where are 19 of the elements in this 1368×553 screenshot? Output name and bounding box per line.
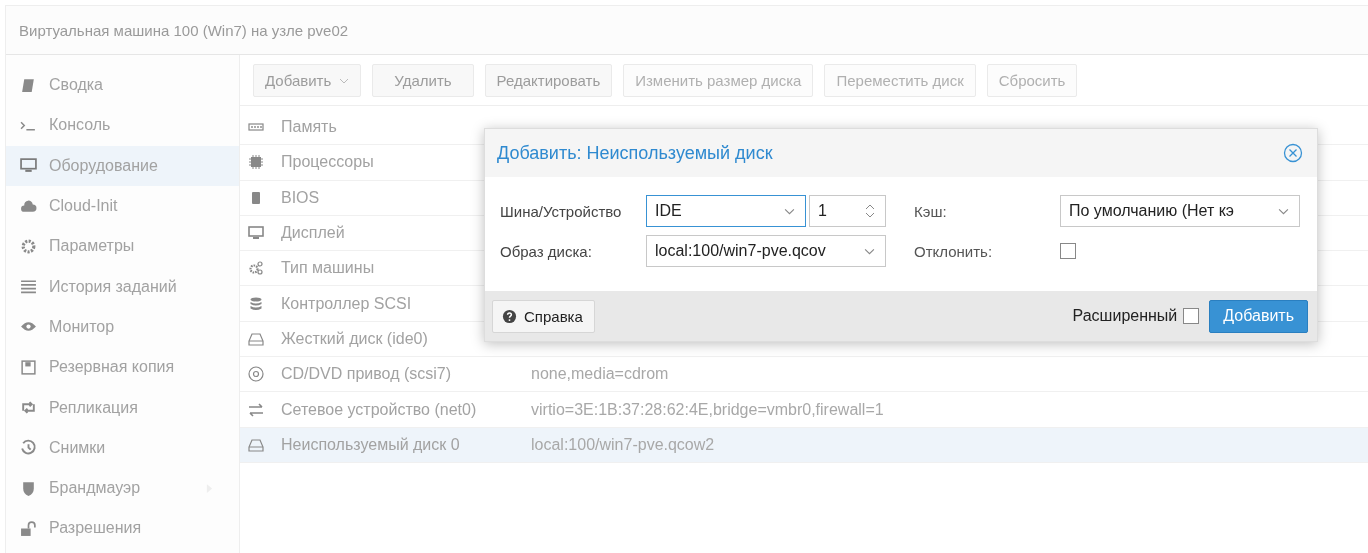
hardware-name: Жесткий диск (ide0): [281, 329, 429, 348]
hardware-name: Память: [281, 118, 338, 137]
hardware-name: Неиспользуемый диск 0: [281, 435, 461, 454]
hardware-name: Контроллер SCSI: [281, 294, 413, 313]
field-label: Шина/Устройство: [500, 202, 623, 220]
hardware-value: local:100/win7-pve.qcow2: [531, 435, 715, 454]
hardware-value: none,media=cdrom: [531, 365, 669, 384]
field-label: Образ диска:: [500, 242, 593, 260]
hardware-name: BIOS: [281, 188, 321, 207]
hardware-name: CD/DVD привод (scsi7): [281, 365, 453, 384]
hardware-name: Сетевое устройство (net0): [281, 400, 478, 419]
hardware-value: virtio=3E:1B:37:28:62:4E,bridge=vmbr0,firewall=1: [531, 400, 884, 419]
dialog-title: Добавить: Неиспользуемый диск: [497, 142, 773, 164]
hardware-name: Дисплей: [281, 224, 346, 243]
field-label: Кэш:: [914, 202, 948, 220]
advanced-label: Расширенный: [1072, 307, 1178, 325]
field-label: Отклонить:: [914, 242, 994, 260]
panel-title: Виртуальная машина 100 (Win7) на узле pve02: [19, 21, 349, 39]
hardware-name: Тип машины: [281, 259, 376, 278]
